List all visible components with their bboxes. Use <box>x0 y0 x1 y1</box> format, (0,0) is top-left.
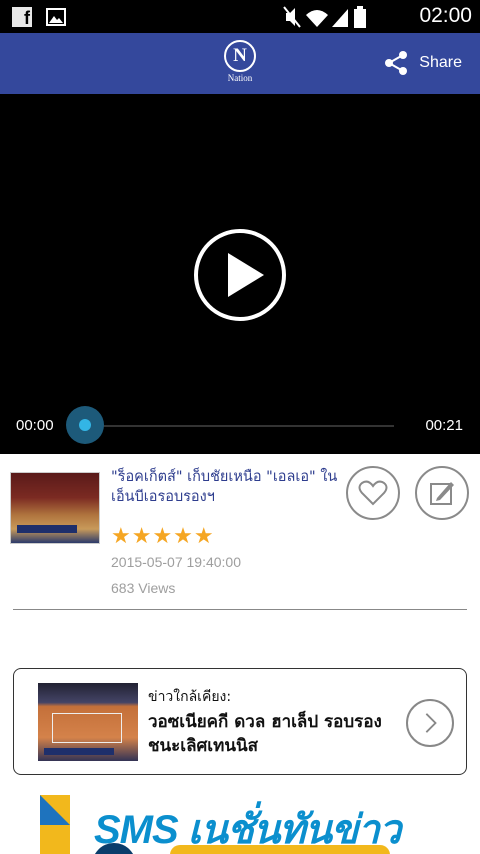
play-icon <box>228 253 264 297</box>
wifi-icon <box>306 10 328 27</box>
video-title: "ร็อคเก็ตส์" เก็บชัยเหนือ "เอลเอ" ในเอ็น… <box>111 469 338 505</box>
favorite-button[interactable] <box>346 466 400 520</box>
nation-logo[interactable]: N Nation <box>222 40 258 90</box>
divider <box>13 609 467 610</box>
share-label: Share <box>419 54 462 71</box>
related-news-card[interactable]: ข่าวใกล้เคียง: วอซเนียคกี ดวล ฮาเล็ป รอบ… <box>13 668 467 775</box>
heart-icon <box>358 480 388 506</box>
duration: 00:21 <box>425 417 463 434</box>
publish-date: 2015-05-07 19:40:00 <box>111 554 241 570</box>
clock: 02:00 <box>419 4 472 27</box>
related-label: ข่าวใกล้เคียง: <box>148 689 232 705</box>
logo-text: Nation <box>227 73 253 83</box>
image-icon <box>46 8 66 26</box>
share-icon <box>385 51 408 75</box>
seek-handle[interactable] <box>66 406 104 444</box>
related-title: วอซเนียคกี ดวล ฮาเล็ป รอบรองชนะเลิศเทนนิ… <box>148 712 382 756</box>
rating-stars: ★★★★★ <box>111 524 215 549</box>
mute-icon <box>283 6 301 28</box>
signal-icon <box>332 9 348 27</box>
status-bar: f 02:00 <box>0 0 480 33</box>
view-count: 683 Views <box>111 580 176 596</box>
comment-button[interactable] <box>415 466 469 520</box>
video-thumbnail <box>10 472 100 544</box>
facebook-icon: f <box>12 7 32 28</box>
sms-banner[interactable]: SMS เนชั่นทันข่าว <box>40 795 480 854</box>
battery-icon <box>354 6 366 28</box>
status-right-icons <box>283 6 366 28</box>
edit-icon <box>430 482 454 505</box>
logo-letter: N <box>224 40 256 72</box>
seek-bar[interactable] <box>86 425 394 427</box>
chevron-right-icon[interactable] <box>406 699 454 747</box>
related-thumbnail <box>38 683 138 761</box>
current-time: 00:00 <box>16 417 54 434</box>
share-button[interactable]: Share <box>383 49 462 77</box>
play-button[interactable] <box>192 227 288 323</box>
